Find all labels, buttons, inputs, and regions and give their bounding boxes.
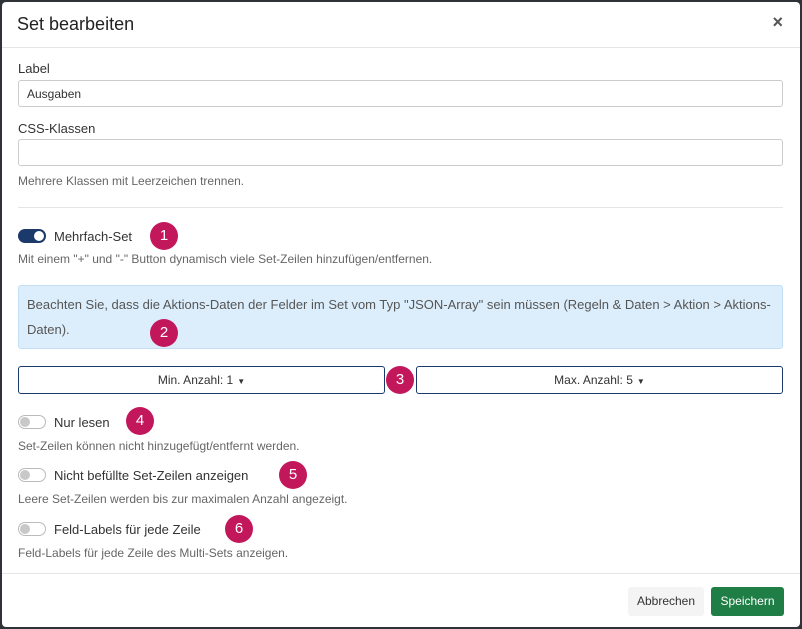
annotation-badge-2: 2 — [150, 319, 178, 347]
toggle-knob — [20, 524, 30, 534]
labels-each-row-help: Feld-Labels für jede Zeile des Multi-Set… — [18, 546, 289, 560]
max-count-label: Max. Anzahl: 5 — [554, 373, 633, 387]
multi-set-label: Mehrfach-Set — [54, 229, 133, 244]
labels-each-row-toggle[interactable] — [18, 522, 46, 536]
annotation-badge-5: 5 — [279, 461, 307, 489]
dialog-title: Set bearbeiten — [17, 14, 135, 34]
annotation-badge-6: 6 — [225, 515, 253, 543]
toggle-knob — [20, 470, 30, 480]
dialog-footer: Abbrechen Speichern — [2, 573, 800, 628]
caret-down-icon: ▼ — [237, 377, 246, 386]
multi-set-help: Mit einem "+" und "-" Button dynamisch v… — [18, 252, 433, 266]
json-array-notice: Beachten Sie, dass die Aktions-Daten der… — [18, 285, 783, 349]
dialog-header: Set bearbeiten × — [2, 2, 800, 48]
caret-down-icon: ▼ — [636, 377, 645, 386]
label-field-label: Label — [18, 61, 50, 76]
notice-text: Beachten Sie, dass die Aktions-Daten der… — [27, 297, 771, 337]
annotation-badge-4: 4 — [126, 407, 154, 435]
set-edit-dialog: Set bearbeiten × Label CSS-Klassen Mehre… — [2, 2, 800, 627]
min-count-dropdown[interactable]: Min. Anzahl: 1 ▼ — [18, 366, 385, 394]
css-classes-label: CSS-Klassen — [18, 121, 96, 136]
save-button[interactable]: Speichern — [711, 587, 784, 616]
css-classes-help: Mehrere Klassen mit Leerzeichen trennen. — [18, 174, 245, 188]
show-empty-rows-help: Leere Set-Zeilen werden bis zur maximale… — [18, 492, 348, 506]
read-only-toggle[interactable] — [18, 415, 46, 429]
toggle-knob — [34, 231, 44, 241]
css-classes-input[interactable] — [18, 139, 783, 166]
annotation-badge-1: 1 — [150, 222, 178, 250]
multi-set-toggle[interactable] — [18, 229, 46, 243]
label-input[interactable] — [18, 80, 783, 107]
show-empty-rows-toggle[interactable] — [18, 468, 46, 482]
read-only-help: Set-Zeilen können nicht hinzugefügt/entf… — [18, 439, 300, 453]
max-count-dropdown[interactable]: Max. Anzahl: 5 ▼ — [416, 366, 783, 394]
cancel-button[interactable]: Abbrechen — [628, 587, 704, 616]
min-count-label: Min. Anzahl: 1 — [157, 373, 234, 387]
show-empty-rows-label: Nicht befüllte Set-Zeilen anzeigen — [54, 468, 249, 483]
close-icon[interactable]: × — [772, 12, 783, 33]
annotation-badge-3: 3 — [386, 366, 414, 394]
labels-each-row-label: Feld-Labels für jede Zeile — [54, 522, 201, 537]
read-only-label: Nur lesen — [54, 415, 110, 430]
divider — [18, 207, 783, 208]
toggle-knob — [20, 417, 30, 427]
